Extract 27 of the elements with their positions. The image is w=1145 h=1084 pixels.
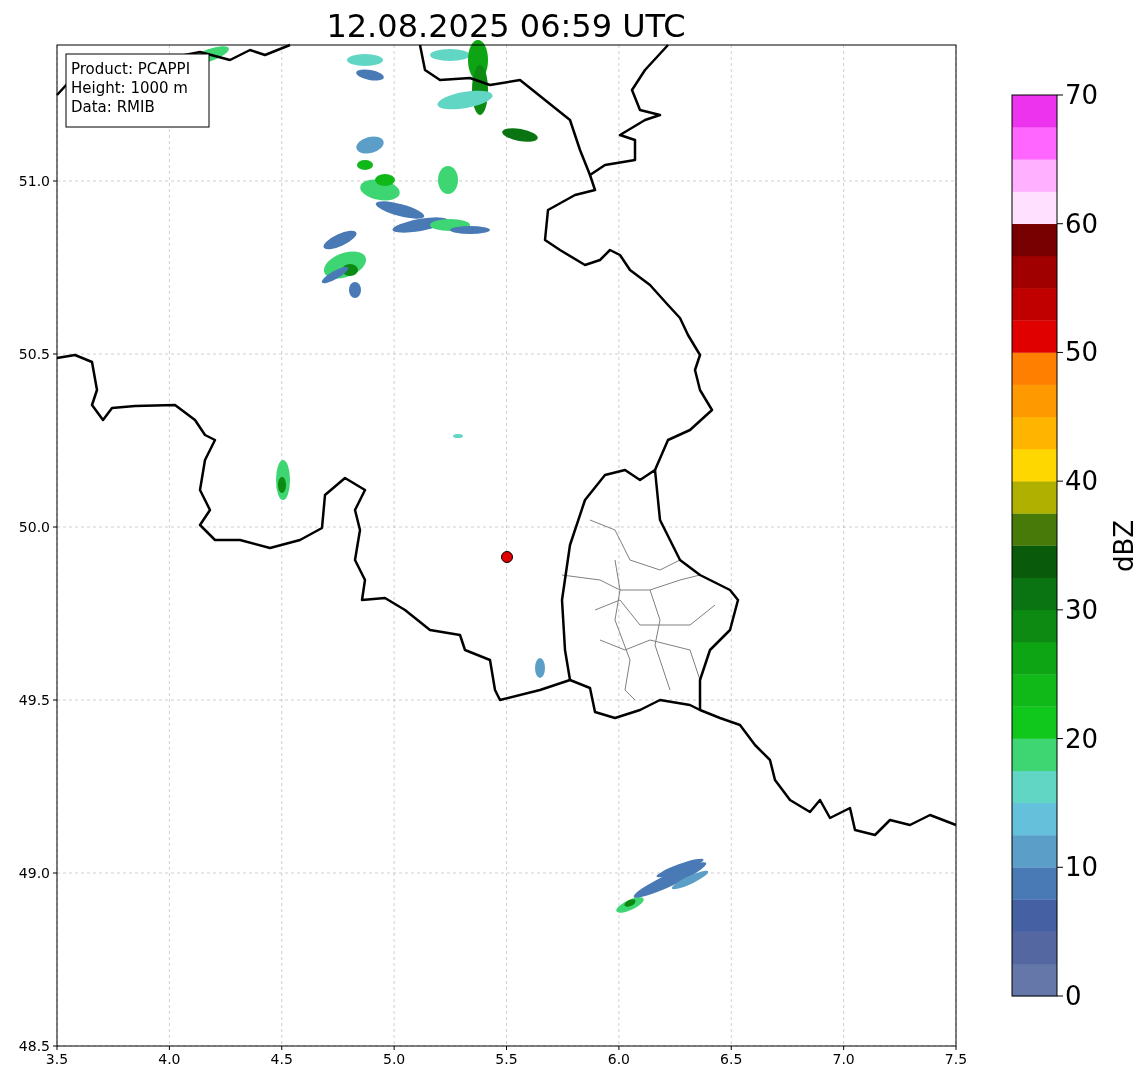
x-tick: 4.5 bbox=[270, 1045, 293, 1067]
colorbar-tick: 60 bbox=[1056, 208, 1099, 239]
colorbar-tick: 0 bbox=[1056, 981, 1082, 1011]
x-tick: 7.0 bbox=[832, 1045, 855, 1067]
y-tick: 51.0 bbox=[18, 173, 58, 189]
colorbar-tick: 10 bbox=[1056, 852, 1099, 883]
y-tick: 50.5 bbox=[18, 346, 58, 362]
colorbar-tick: 30 bbox=[1056, 594, 1099, 625]
colorbar-tick: 40 bbox=[1056, 466, 1099, 497]
info-line: Height: 1000 m bbox=[71, 79, 188, 97]
x-tick: 4.0 bbox=[158, 1045, 181, 1067]
y-tick: 49.5 bbox=[18, 692, 58, 708]
radar-site-marker bbox=[501, 551, 513, 563]
info-line: Product: PCAPPI bbox=[71, 60, 191, 78]
colorbar-tick: 20 bbox=[1056, 723, 1099, 754]
y-tick: 49.0 bbox=[18, 865, 58, 881]
x-tick: 5.5 bbox=[495, 1045, 518, 1067]
x-tick: 5.0 bbox=[383, 1045, 406, 1067]
x-tick: 6.5 bbox=[720, 1045, 743, 1067]
info-line: Data: RMIB bbox=[71, 98, 155, 116]
colorbar-label: dBZ bbox=[1109, 519, 1139, 573]
chart-title: 12.08.2025 06:59 UTC bbox=[326, 7, 686, 45]
x-tick: 6.0 bbox=[607, 1045, 630, 1067]
x-tick: 7.5 bbox=[944, 1045, 968, 1067]
y-tick: 50.0 bbox=[18, 519, 58, 535]
colorbar-tick: 50 bbox=[1056, 337, 1099, 368]
colorbar-tick: 70 bbox=[1056, 80, 1099, 110]
